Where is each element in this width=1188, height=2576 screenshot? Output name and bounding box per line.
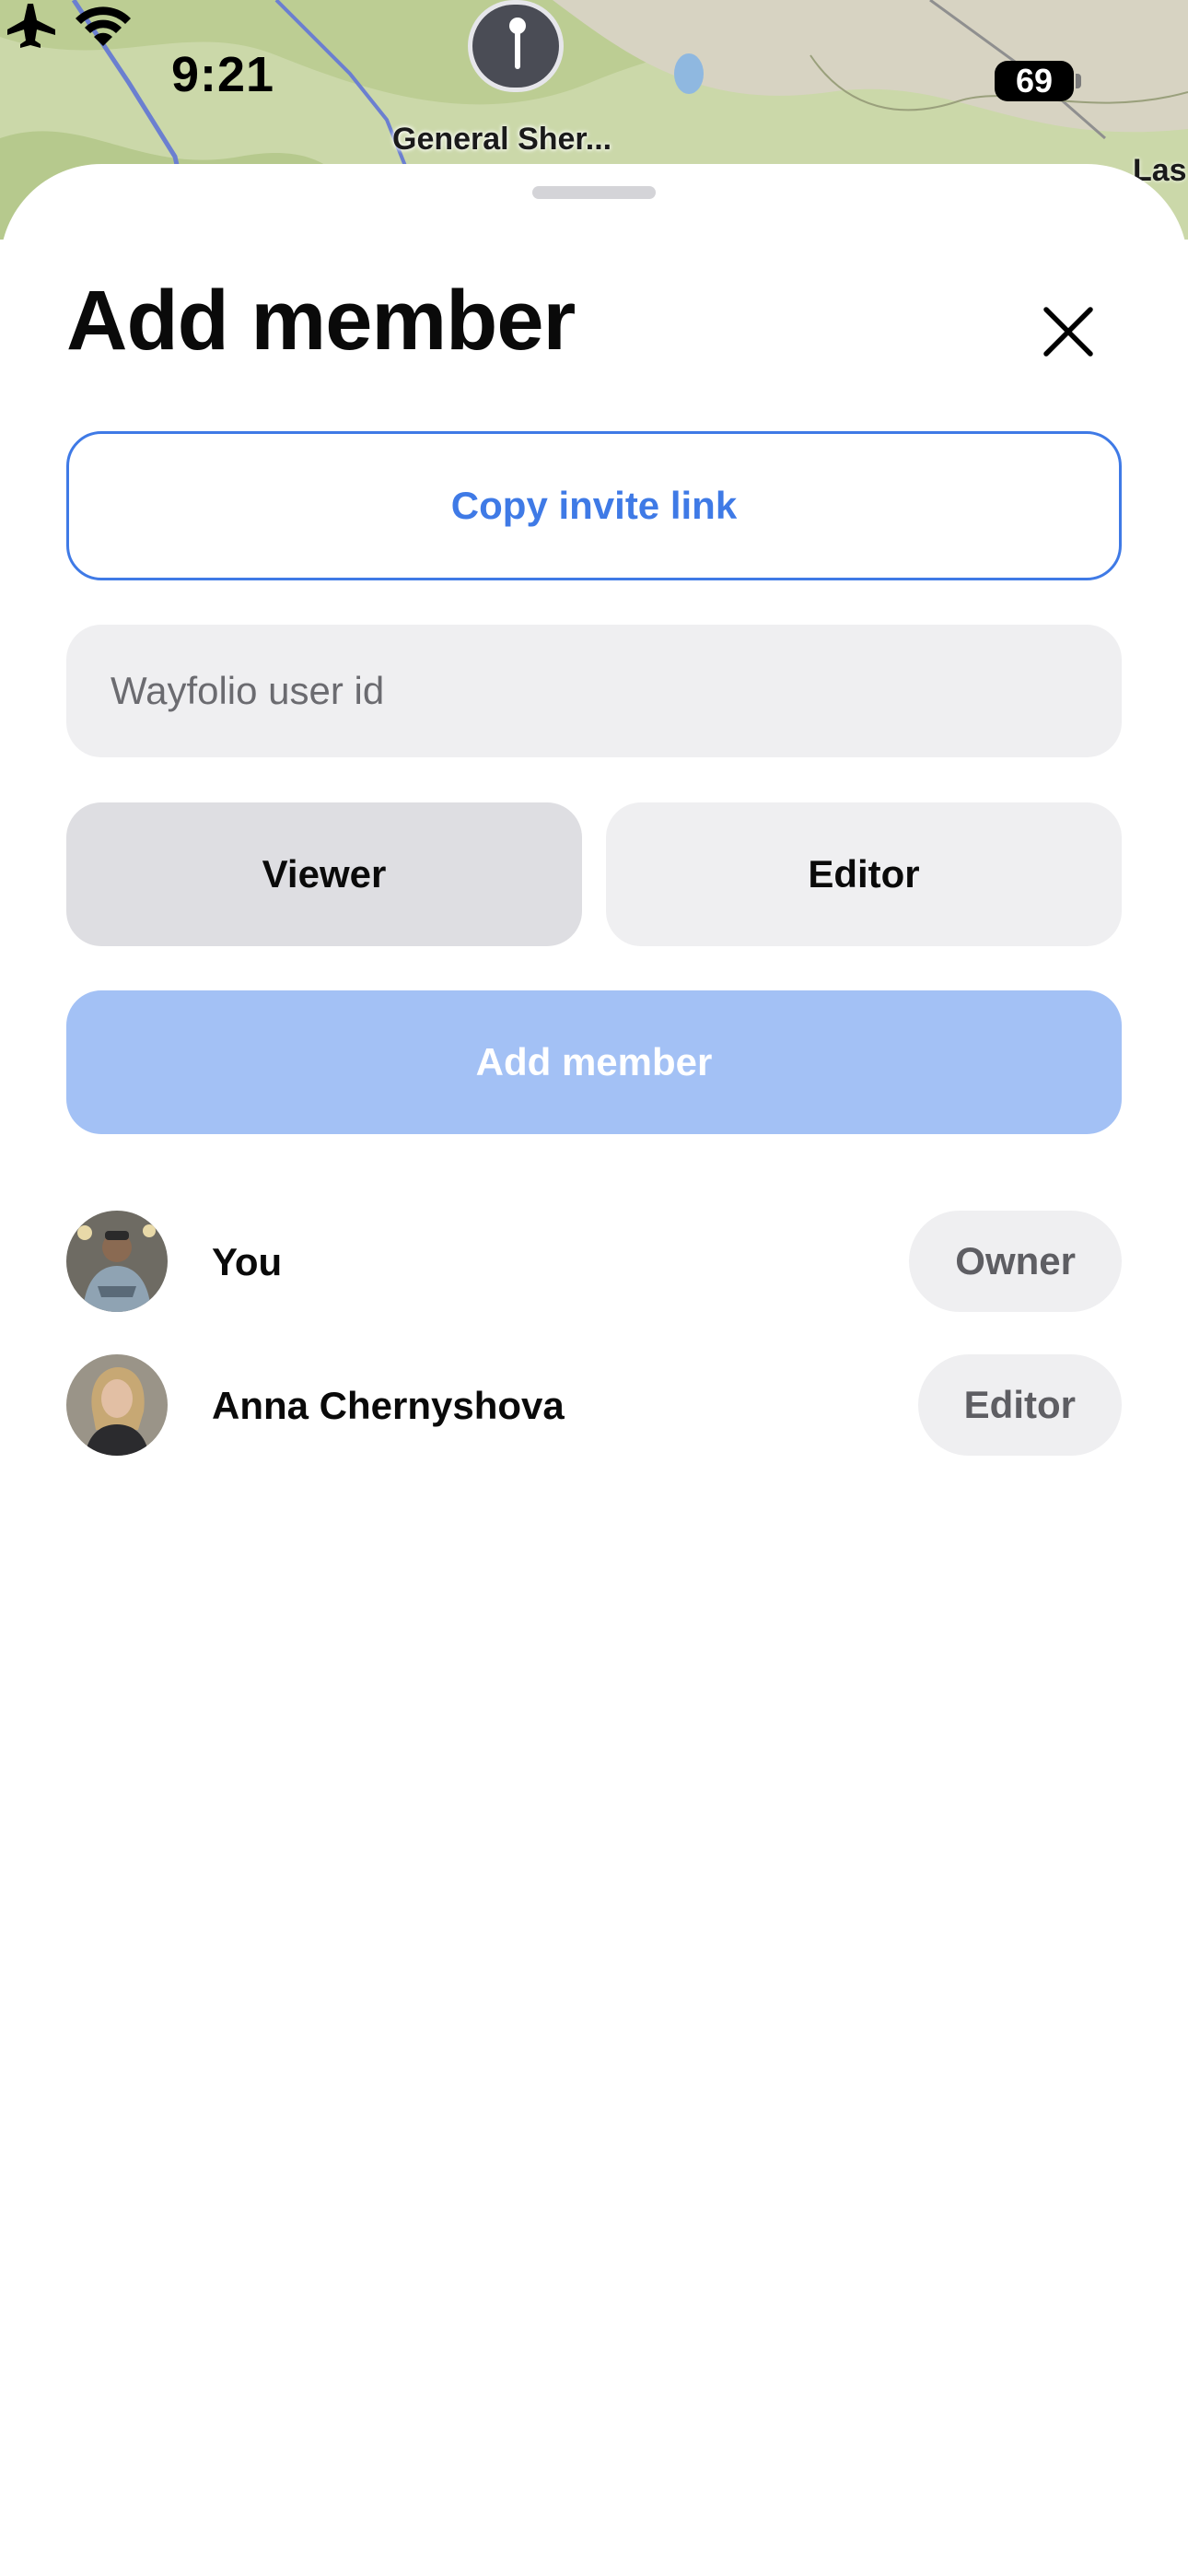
close-button[interactable] — [1031, 295, 1105, 369]
airplane-icon — [7, 4, 55, 48]
member-row: Anna Chernyshova Editor — [66, 1354, 1122, 1456]
member-name: Anna Chernyshova — [212, 1384, 565, 1427]
member-name: You — [212, 1240, 283, 1283]
wifi-icon — [76, 6, 131, 46]
user-id-input[interactable] — [66, 625, 1122, 757]
add-member-sheet: Add member Copy invite link Viewer Edito… — [0, 164, 1188, 2576]
copy-invite-link-button[interactable]: Copy invite link — [66, 431, 1122, 580]
battery-cap — [1076, 74, 1081, 88]
close-icon — [1043, 307, 1093, 357]
avatar — [66, 1354, 168, 1456]
status-time: 9:21 — [171, 47, 275, 102]
add-member-button[interactable]: Add member — [66, 990, 1122, 1134]
avatar — [66, 1211, 168, 1312]
role-badge: Editor — [917, 1354, 1122, 1456]
role-badge: Owner — [909, 1211, 1122, 1312]
battery-icon: 69 — [995, 61, 1074, 101]
role-editor-button[interactable]: Editor — [606, 802, 1122, 946]
role-viewer-button[interactable]: Viewer — [66, 802, 582, 946]
map-label: General Sher... — [392, 122, 612, 157]
member-row: You Owner — [66, 1211, 1122, 1312]
sheet-grabber[interactable] — [532, 186, 656, 199]
status-icons — [7, 4, 131, 48]
sheet-title: Add member — [66, 274, 576, 368]
map-pin-icon[interactable] — [468, 0, 564, 92]
